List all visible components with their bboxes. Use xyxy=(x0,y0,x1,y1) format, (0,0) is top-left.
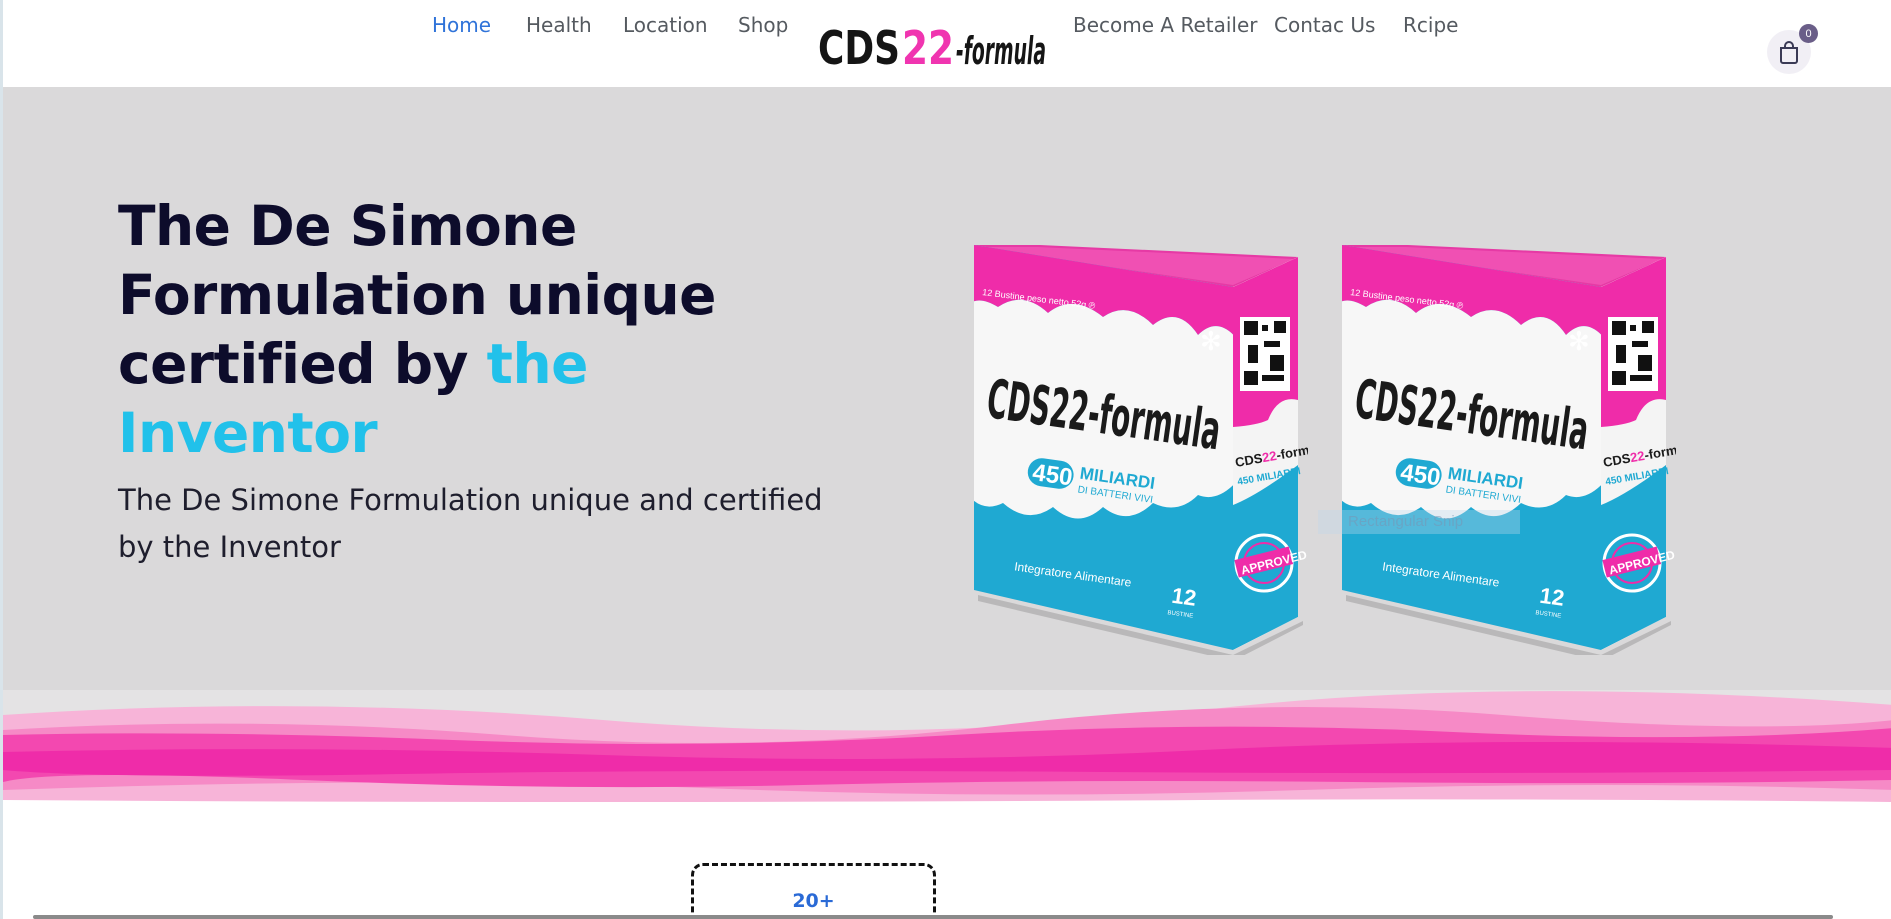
nav-become-retailer[interactable]: Become A Retailer xyxy=(1073,13,1257,37)
brand-logo[interactable]: CDS 22 -formula xyxy=(818,18,1048,74)
hero-title-plain-1: The xyxy=(118,194,250,258)
logo-part-1: CDS xyxy=(818,21,900,74)
logo-part-3: -formula xyxy=(956,29,1046,73)
snowflake-icon: ✻ xyxy=(1568,326,1590,356)
cart-icon xyxy=(1780,41,1798,64)
page: Home Health Location Shop CDS 22 -formul… xyxy=(0,0,1891,919)
snip-overlay-label: Rectangular Snip xyxy=(1318,510,1520,534)
product-box-2: 12 Bustine peso netto 52g ℗ CDS22-formul… xyxy=(1342,245,1676,655)
cart-count-badge: 0 xyxy=(1799,24,1818,43)
logo-graphic: CDS 22 -formula xyxy=(818,21,1046,74)
site-header: Home Health Location Shop CDS 22 -formul… xyxy=(3,0,1891,87)
stat-card: 20+ xyxy=(691,863,936,919)
nav-location[interactable]: Location xyxy=(623,13,708,37)
stat-value: 20+ xyxy=(792,890,835,912)
nav-home[interactable]: Home xyxy=(432,13,491,37)
nav-shop[interactable]: Shop xyxy=(738,13,788,37)
product-2-packs: 12 xyxy=(1538,583,1566,611)
wave-band xyxy=(3,690,1891,805)
horizontal-scrollbar[interactable] xyxy=(33,915,1833,919)
hero-subtitle: The De Simone Formulation unique and cer… xyxy=(118,483,823,564)
qr-code-icon xyxy=(1240,317,1290,391)
hero-title: The De Simone Formulation unique certifi… xyxy=(118,192,758,468)
qr-code-icon xyxy=(1608,317,1658,391)
hero-title-plain-2: certified by xyxy=(118,332,487,396)
product-1-packs: 12 xyxy=(1170,583,1198,611)
logo-part-2: 22 xyxy=(902,21,954,74)
product-box-1: 12 Bustine peso netto 52g ℗ CDS22-formul… xyxy=(974,245,1308,655)
product-2-count: 450 xyxy=(1399,459,1442,491)
nav-recipe[interactable]: Rcipe xyxy=(1403,13,1458,37)
snowflake-icon: ✻ xyxy=(1200,326,1222,356)
nav-contact[interactable]: Contac Us xyxy=(1274,13,1375,37)
product-1-count: 450 xyxy=(1031,459,1074,491)
nav-health[interactable]: Health xyxy=(526,13,592,37)
